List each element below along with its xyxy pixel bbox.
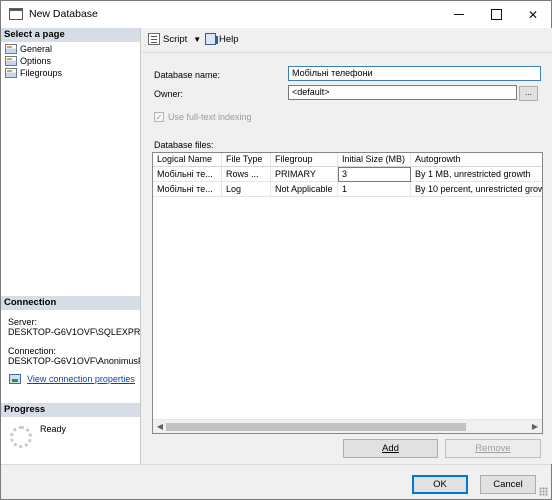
script-icon [148, 33, 160, 45]
connection-header: Connection [1, 296, 140, 310]
maximize-button[interactable] [478, 1, 514, 28]
owner-browse-button[interactable]: ... [519, 86, 538, 101]
left-pane: Select a page General Options Filegroups… [1, 28, 141, 464]
server-value: DESKTOP-G6V1OVF\SQLEXPRESS [8, 327, 140, 337]
connection-label: Connection: [8, 346, 57, 356]
toolbar: Script ▼ Help [142, 28, 552, 52]
fulltext-checkbox-row: ✓ Use full-text indexing [154, 112, 252, 122]
page-item-general[interactable]: General [5, 43, 52, 55]
add-button-label: Add [382, 443, 399, 454]
database-files-label: Database files: [154, 140, 214, 150]
horizontal-scrollbar[interactable]: ◀ ▶ [153, 419, 542, 433]
cell-initial-size[interactable]: 1 [338, 182, 411, 197]
view-connection-properties-label: View connection properties [27, 374, 135, 384]
page-item-label: Options [20, 56, 52, 66]
page-item-filegroups[interactable]: Filegroups [5, 67, 62, 79]
connection-properties-icon [9, 374, 21, 384]
script-button[interactable]: Script ▼ [148, 33, 201, 45]
owner-label: Owner: [154, 89, 184, 99]
progress-spinner-icon [10, 426, 32, 448]
fulltext-checkbox: ✓ [154, 112, 164, 122]
remove-button[interactable]: Remove [445, 439, 541, 458]
help-icon [205, 33, 218, 45]
cell-logical-name[interactable]: Мобільні те... [153, 182, 222, 197]
connection-value: DESKTOP-G6V1OVF\AnonimusPr [8, 356, 140, 366]
ok-button[interactable]: OK [412, 475, 468, 494]
view-connection-properties-link[interactable]: View connection properties [9, 374, 135, 384]
database-name-label: Database name: [154, 70, 221, 80]
cell-autogrowth[interactable]: By 1 MB, unrestricted growth [411, 167, 542, 182]
database-name-input[interactable]: Мобільні телефони [288, 66, 541, 81]
cell-file-type[interactable]: Rows ... [222, 167, 271, 182]
window-title: New Database [29, 8, 98, 20]
database-files-grid: Logical Name File Type Filegroup Initial… [152, 152, 543, 434]
page-item-label: Filegroups [20, 68, 63, 78]
page-item-label: General [20, 44, 53, 54]
grid-header: Logical Name File Type Filegroup Initial… [153, 153, 542, 167]
page-item-options[interactable]: Options [5, 55, 51, 67]
progress-header: Progress [1, 403, 140, 417]
cancel-button[interactable]: Cancel [480, 475, 536, 494]
main-pane: Script ▼ Help Database name: Мобільні те… [142, 28, 552, 464]
add-button[interactable]: Add [343, 439, 438, 458]
scrollbar-thumb[interactable] [166, 423, 466, 431]
close-button[interactable]: ✕ [515, 1, 551, 28]
toolbar-divider [142, 52, 552, 53]
title-bar: New Database ✕ [1, 1, 551, 28]
window-app-icon [9, 8, 23, 20]
chevron-down-icon[interactable]: ▼ [193, 35, 201, 44]
column-header-file-type[interactable]: File Type [222, 153, 271, 167]
page-icon [5, 68, 17, 78]
cell-filegroup[interactable]: Not Applicable [271, 182, 338, 197]
column-header-initial-size[interactable]: Initial Size (MB) [338, 153, 411, 167]
cell-autogrowth[interactable]: By 10 percent, unrestricted growth [411, 182, 542, 197]
table-row[interactable]: Мобільні те... Rows ... PRIMARY 3 By 1 M… [153, 167, 542, 182]
server-label: Server: [8, 317, 38, 327]
footer-divider [1, 464, 551, 465]
fulltext-label: Use full-text indexing [168, 112, 252, 122]
cell-initial-size-editor[interactable]: 3 [338, 167, 411, 182]
cell-filegroup[interactable]: PRIMARY [271, 167, 338, 182]
new-database-dialog: New Database ✕ Select a page General Opt… [0, 0, 552, 500]
column-header-logical-name[interactable]: Logical Name [153, 153, 222, 167]
owner-input[interactable]: <default> [288, 85, 517, 100]
help-label: Help [219, 33, 239, 45]
column-header-autogrowth[interactable]: Autogrowth [411, 153, 542, 167]
help-button[interactable]: Help [205, 33, 239, 45]
minimize-button[interactable] [441, 1, 477, 28]
page-icon [5, 56, 17, 66]
select-page-header: Select a page [1, 28, 140, 42]
cell-logical-name[interactable]: Мобільні те... [153, 167, 222, 182]
resize-grip-icon[interactable] [539, 487, 548, 496]
script-label: Script [163, 33, 188, 45]
page-icon [5, 44, 17, 54]
table-row[interactable]: Мобільні те... Log Not Applicable 1 By 1… [153, 182, 542, 197]
cell-file-type[interactable]: Log [222, 182, 271, 197]
remove-button-label: Remove [475, 443, 511, 454]
scroll-right-icon[interactable]: ▶ [530, 422, 540, 432]
status-text: Ready [40, 424, 67, 434]
scroll-left-icon[interactable]: ◀ [155, 422, 165, 432]
column-header-filegroup[interactable]: Filegroup [271, 153, 338, 167]
